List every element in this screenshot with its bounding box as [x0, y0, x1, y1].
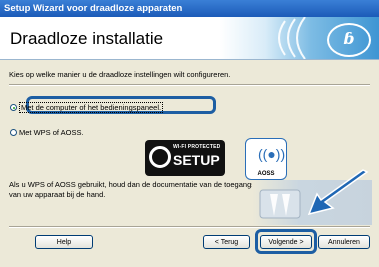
- radio-button-selected-icon[interactable]: [10, 104, 17, 111]
- header-banner: Draadloze installatie ɓ: [0, 17, 379, 60]
- aoss-waves-icon: ((●)): [258, 146, 286, 162]
- top-divider: [9, 84, 370, 86]
- radio-option-wps-aoss[interactable]: Met WPS of AOSS.: [10, 128, 84, 137]
- wireless-waves-icon: [278, 17, 306, 59]
- wps-setup-logo: WI-FI PROTECTED SETUP: [145, 140, 225, 176]
- wps-key-icon: [149, 146, 171, 168]
- cancel-button[interactable]: Annuleren: [318, 235, 370, 249]
- help-button[interactable]: Help: [35, 235, 93, 249]
- pointer-arrow-icon: [307, 169, 369, 216]
- radio-option-computer[interactable]: Met de computer of het bedieningspaneel.: [10, 102, 164, 113]
- bottom-divider: [9, 226, 370, 228]
- wps-logo-text: SETUP: [173, 152, 220, 168]
- aoss-logo-text: AOSS: [257, 171, 275, 177]
- window-titlebar[interactable]: Setup Wizard voor draadloze apparaten: [0, 0, 379, 17]
- radio-option-label[interactable]: Met WPS of AOSS.: [19, 128, 84, 137]
- brand-logo: ɓ: [327, 23, 371, 57]
- page-title: Draadloze installatie: [10, 29, 164, 48]
- wps-logo-small-text: WI-FI PROTECTED: [173, 144, 221, 150]
- next-button[interactable]: Volgende >: [260, 235, 312, 249]
- radio-button-icon[interactable]: [10, 129, 17, 136]
- back-button[interactable]: < Terug: [203, 235, 250, 249]
- radio-option-label[interactable]: Met de computer of het bedieningspaneel.: [19, 102, 164, 113]
- instruction-text: Kies op welke manier u de draadloze inst…: [9, 70, 231, 79]
- wizard-window: Setup Wizard voor draadloze apparaten Dr…: [0, 0, 379, 267]
- aoss-logo: ((●)) AOSS: [245, 138, 287, 180]
